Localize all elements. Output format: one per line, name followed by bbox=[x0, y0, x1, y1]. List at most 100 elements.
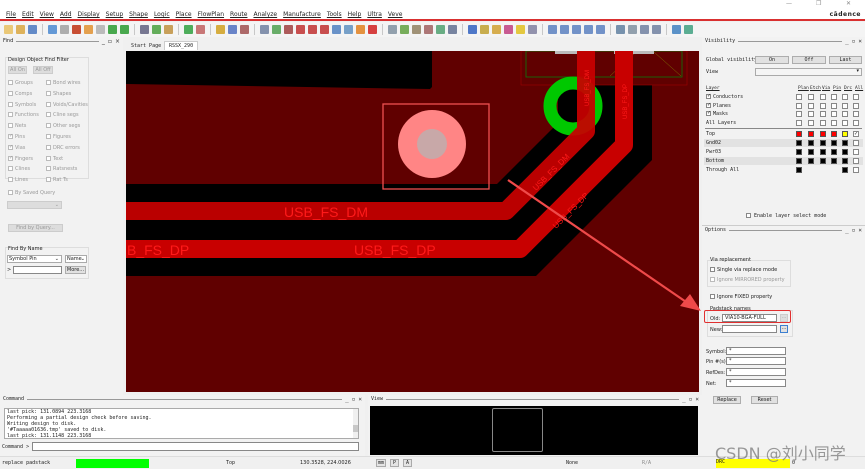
symbol-input[interactable]: * bbox=[726, 347, 786, 355]
minimize-panel-icon[interactable]: _ bbox=[845, 227, 849, 234]
save-icon[interactable] bbox=[28, 25, 37, 34]
visibility-checkbox[interactable] bbox=[853, 102, 859, 109]
layer-all-checkbox[interactable] bbox=[853, 158, 859, 164]
find-shapes-checkbox[interactable] bbox=[46, 90, 51, 96]
find-pins-checkbox[interactable]: ✓ bbox=[8, 134, 13, 139]
grid-icon[interactable] bbox=[388, 25, 397, 34]
layer-color-swatch[interactable] bbox=[820, 140, 826, 146]
3d-view-icon[interactable] bbox=[368, 25, 377, 34]
layer-color-swatch[interactable] bbox=[831, 131, 837, 137]
shape-select-icon[interactable] bbox=[584, 25, 593, 34]
layer-color-swatch[interactable] bbox=[842, 158, 848, 164]
layer-all-checkbox[interactable] bbox=[853, 167, 859, 173]
layer-all-checkbox[interactable] bbox=[853, 149, 859, 155]
find-fingers-checkbox[interactable]: ✓ bbox=[8, 155, 13, 161]
close-panel-icon[interactable]: × bbox=[858, 38, 862, 45]
close-panel-icon[interactable]: × bbox=[695, 396, 699, 403]
layer-icon[interactable] bbox=[424, 25, 433, 34]
all-off-button[interactable]: All Off bbox=[33, 66, 53, 74]
menu-flowplan[interactable]: FlowPlan bbox=[198, 10, 224, 20]
minimize-panel-icon[interactable]: _ bbox=[682, 396, 686, 403]
redraw-icon[interactable] bbox=[344, 25, 353, 34]
layer-color-swatch[interactable] bbox=[808, 149, 814, 155]
single-via-replace-checkbox[interactable] bbox=[710, 267, 715, 272]
menu-display[interactable]: Display bbox=[78, 10, 100, 20]
menu-setup[interactable]: Setup bbox=[106, 10, 123, 20]
move-icon[interactable] bbox=[48, 25, 57, 34]
visibility-off-button[interactable]: Off bbox=[792, 56, 826, 64]
delete-icon[interactable] bbox=[72, 25, 81, 34]
minimize-panel-icon[interactable]: _ bbox=[102, 38, 105, 45]
layer-color-swatch[interactable] bbox=[831, 140, 837, 146]
masks-checkbox[interactable]: ✓ bbox=[706, 111, 711, 117]
find-functions-checkbox[interactable] bbox=[8, 112, 13, 118]
manufacture-icon[interactable] bbox=[616, 25, 625, 34]
menu-route[interactable]: Route bbox=[230, 10, 247, 20]
visibility-checkbox[interactable] bbox=[842, 102, 848, 109]
visibility-checkbox[interactable] bbox=[853, 120, 859, 127]
open-icon[interactable] bbox=[16, 25, 25, 34]
menu-veve[interactable]: Veve bbox=[388, 10, 403, 20]
find-lines-checkbox[interactable] bbox=[8, 177, 13, 183]
saved-query-select[interactable]: ⌄ bbox=[7, 201, 62, 209]
zoom-world-icon[interactable] bbox=[272, 25, 281, 34]
menu-shape[interactable]: Shape bbox=[129, 10, 148, 20]
find-nets-checkbox[interactable] bbox=[8, 123, 13, 129]
units-button[interactable]: mm bbox=[376, 459, 387, 467]
visibility-checkbox[interactable] bbox=[820, 102, 826, 109]
find-text-checkbox[interactable] bbox=[46, 155, 51, 161]
replace-button[interactable]: Replace bbox=[713, 396, 741, 404]
p-button[interactable]: P bbox=[390, 459, 400, 467]
find-drc-errors-checkbox[interactable] bbox=[46, 144, 51, 150]
a-button[interactable]: A bbox=[403, 459, 413, 467]
dehighlight-icon[interactable] bbox=[528, 25, 537, 34]
find-rat-ts-checkbox[interactable] bbox=[46, 177, 51, 183]
visibility-checkbox[interactable] bbox=[831, 111, 837, 118]
maximize-button[interactable]: ❐ bbox=[816, 0, 821, 7]
layer-all-checkbox[interactable]: ✓ bbox=[853, 131, 859, 137]
visibility-checkbox[interactable] bbox=[808, 111, 814, 118]
pin-input[interactable]: * bbox=[726, 357, 786, 365]
menu-view[interactable]: View bbox=[40, 10, 54, 20]
camera-icon[interactable] bbox=[640, 25, 649, 34]
zoom-in-icon[interactable] bbox=[296, 25, 305, 34]
ignore-fixed-checkbox[interactable] bbox=[710, 294, 715, 299]
visibility-checkbox[interactable] bbox=[796, 120, 802, 127]
visibility-checkbox[interactable] bbox=[796, 94, 802, 100]
visibility-checkbox[interactable] bbox=[842, 111, 848, 118]
visibility-checkbox[interactable] bbox=[820, 111, 826, 118]
refresh-icon[interactable] bbox=[356, 25, 365, 34]
name-mode-select[interactable]: Name ⌄ bbox=[65, 255, 87, 263]
windows-icon[interactable] bbox=[672, 25, 681, 34]
fix-icon[interactable] bbox=[120, 25, 129, 34]
copy-icon[interactable] bbox=[60, 25, 69, 34]
layer-color-swatch[interactable] bbox=[796, 140, 802, 146]
layer-color-swatch[interactable] bbox=[796, 131, 802, 137]
reset-button[interactable]: Reset bbox=[751, 396, 778, 404]
shape-poly-icon[interactable] bbox=[548, 25, 557, 34]
layer-color-swatch[interactable] bbox=[842, 167, 848, 173]
visibility-checkbox[interactable] bbox=[831, 120, 837, 127]
more-button[interactable]: More... bbox=[65, 266, 86, 274]
float-panel-icon[interactable]: ▫ bbox=[852, 227, 856, 234]
find-clines-checkbox[interactable] bbox=[8, 166, 13, 172]
find-figures-checkbox[interactable] bbox=[46, 134, 51, 139]
layer-color-swatch[interactable] bbox=[820, 149, 826, 155]
layer-color-swatch[interactable] bbox=[831, 149, 837, 155]
layer-color-swatch[interactable] bbox=[820, 131, 826, 137]
find-vias-checkbox[interactable]: ✓ bbox=[8, 144, 13, 150]
visibility-checkbox[interactable] bbox=[842, 94, 848, 100]
menu-ultra[interactable]: Ultra bbox=[367, 10, 382, 20]
net-input[interactable]: * bbox=[726, 379, 786, 387]
new-browse-button[interactable]: ... bbox=[780, 325, 788, 333]
find-by-query-button[interactable]: Find by Query... bbox=[8, 224, 63, 232]
find-bond-wires-checkbox[interactable] bbox=[46, 80, 51, 85]
visibility-checkbox[interactable] bbox=[808, 102, 814, 109]
add-line-icon[interactable] bbox=[140, 25, 149, 34]
design-canvas[interactable]: USB_FS_DM USB_FS_DP B_FS_DP USB_FS_DM US… bbox=[126, 51, 699, 392]
zoom-prev-icon[interactable] bbox=[320, 25, 329, 34]
menu-logic[interactable]: Logic bbox=[154, 10, 170, 20]
find-comps-checkbox[interactable] bbox=[8, 90, 13, 96]
assign-color-icon[interactable] bbox=[504, 25, 513, 34]
planes-checkbox[interactable]: ✓ bbox=[706, 102, 711, 108]
